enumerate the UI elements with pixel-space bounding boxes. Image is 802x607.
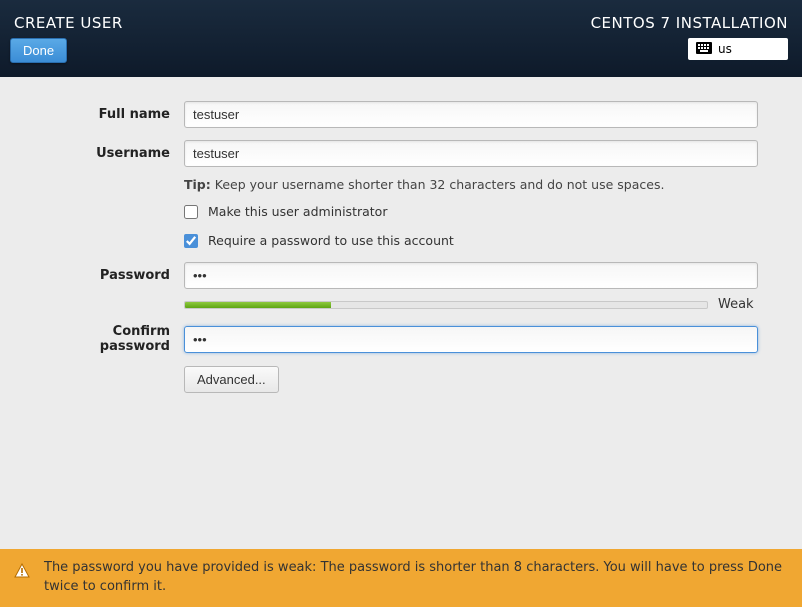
- header-bar: CREATE USER CENTOS 7 INSTALLATION us Don…: [0, 0, 802, 77]
- done-button[interactable]: Done: [10, 38, 67, 63]
- confirm-password-input[interactable]: [184, 326, 758, 353]
- advanced-button[interactable]: Advanced...: [184, 366, 279, 393]
- require-password-checkbox[interactable]: [184, 234, 198, 248]
- page-title: CREATE USER: [14, 14, 123, 32]
- warning-icon: [14, 563, 30, 579]
- keyboard-icon: [696, 42, 712, 57]
- warning-bar: The password you have provided is weak: …: [0, 549, 802, 607]
- username-label: Username: [44, 146, 184, 161]
- require-password-row[interactable]: Require a password to use this account: [184, 233, 758, 248]
- require-password-label: Require a password to use this account: [208, 233, 454, 248]
- make-admin-label: Make this user administrator: [208, 204, 387, 219]
- username-input[interactable]: [184, 140, 758, 167]
- keyboard-layout-selector[interactable]: us: [688, 38, 788, 60]
- password-input[interactable]: [184, 262, 758, 289]
- make-admin-row[interactable]: Make this user administrator: [184, 204, 758, 219]
- fullname-input[interactable]: [184, 101, 758, 128]
- tip-prefix: Tip:: [184, 177, 211, 192]
- make-admin-checkbox[interactable]: [184, 205, 198, 219]
- keyboard-layout-label: us: [718, 42, 732, 56]
- password-strength-label: Weak: [718, 297, 758, 312]
- password-label: Password: [44, 268, 184, 283]
- tip-text: Keep your username shorter than 32 chara…: [215, 177, 665, 192]
- fullname-label: Full name: [44, 107, 184, 122]
- username-tip: Tip: Keep your username shorter than 32 …: [184, 177, 758, 192]
- password-strength-bar: [184, 301, 708, 309]
- confirm-password-label: Confirm password: [44, 324, 184, 354]
- warning-text: The password you have provided is weak: …: [44, 559, 788, 597]
- create-user-form: Full name Username Tip: Keep your userna…: [0, 77, 802, 393]
- password-strength-fill: [185, 302, 331, 308]
- installer-name: CENTOS 7 INSTALLATION: [591, 14, 788, 32]
